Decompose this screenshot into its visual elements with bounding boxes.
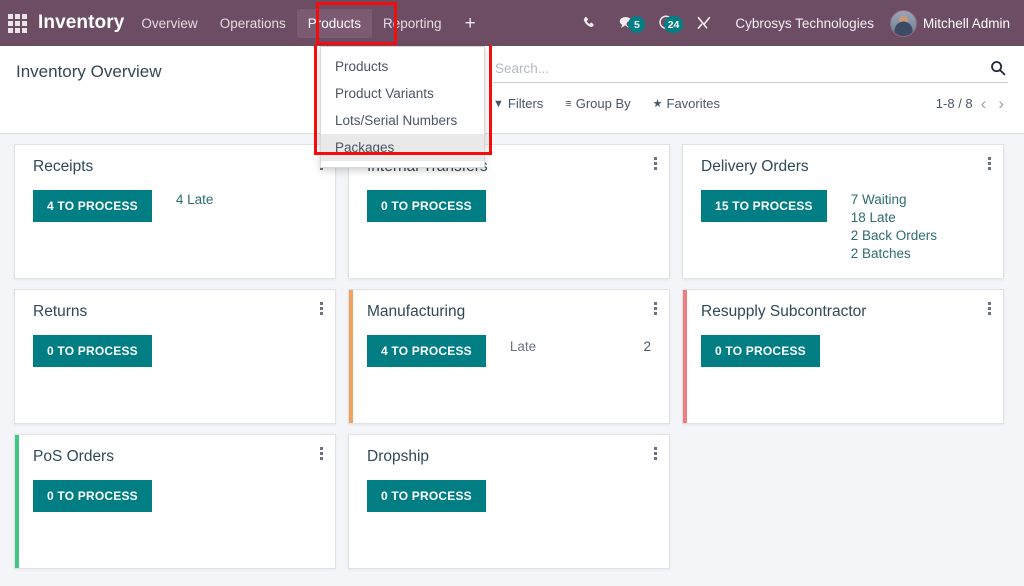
products-dropdown-menu: Products Product Variants Lots/Serial Nu… <box>320 46 485 168</box>
debug-tools-icon[interactable] <box>685 15 723 31</box>
avatar <box>890 10 917 37</box>
pager: 1-8 / 8 ‹ › <box>936 95 1008 112</box>
card-links: 4 Late <box>176 190 214 207</box>
card-options-icon[interactable] <box>988 302 991 315</box>
card-title[interactable]: Receipts <box>33 158 321 176</box>
favorites-label: Favorites <box>667 96 720 111</box>
dropdown-item-product-variants[interactable]: Product Variants <box>321 80 484 107</box>
to-process-button[interactable]: 4 TO PROCESS <box>33 190 152 222</box>
top-navbar: Inventory Overview Operations Products R… <box>0 0 1024 46</box>
card-title[interactable]: Manufacturing <box>367 303 655 321</box>
filters-button[interactable]: ▼ Filters <box>493 96 543 111</box>
nav-menu-overview[interactable]: Overview <box>130 9 208 38</box>
card-body: 4 TO PROCESS 4 Late <box>33 190 321 222</box>
card-title[interactable]: Dropship <box>367 448 655 466</box>
card-title[interactable]: Delivery Orders <box>701 158 989 176</box>
pager-previous-icon[interactable]: ‹ <box>977 95 991 112</box>
card-accent-bar <box>15 435 19 568</box>
control-panel: Inventory Overview ▼ Filters ≡ Group By … <box>0 46 1024 134</box>
filters-label: Filters <box>508 96 543 111</box>
card-link[interactable]: 2 Back Orders <box>851 228 937 243</box>
card-options-icon[interactable] <box>654 157 657 170</box>
card-options-icon[interactable] <box>654 302 657 315</box>
kanban-card-manufacturing: Manufacturing 4 TO PROCESS Late 2 <box>348 289 670 424</box>
kanban-board: Receipts4 TO PROCESS4 LateInternal Trans… <box>0 134 1024 579</box>
group-by-button[interactable]: ≡ Group By <box>565 96 630 111</box>
to-process-button[interactable]: 0 TO PROCESS <box>33 335 152 367</box>
nav-menu-reporting[interactable]: Reporting <box>372 9 453 38</box>
dropdown-item-products[interactable]: Products <box>321 53 484 80</box>
card-title[interactable]: Returns <box>33 303 321 321</box>
to-process-button[interactable]: 0 TO PROCESS <box>367 480 486 512</box>
card-title[interactable]: Resupply Subcontractor <box>701 303 989 321</box>
kanban-card-dropship: Dropship 0 TO PROCESS <box>348 434 670 569</box>
messages-badge: 5 <box>628 16 645 33</box>
kanban-card-receipts: Receipts 4 TO PROCESS 4 Late <box>14 144 336 279</box>
messages-icon[interactable]: 5 <box>608 15 647 31</box>
dropdown-item-packages[interactable]: Packages <box>321 134 484 161</box>
card-link[interactable]: 2 Batches <box>851 246 937 261</box>
card-body: 0 TO PROCESS <box>367 480 655 512</box>
page-title: Inventory Overview <box>16 60 162 82</box>
to-process-button[interactable]: 0 TO PROCESS <box>367 190 486 222</box>
card-options-icon[interactable] <box>988 157 991 170</box>
card-accent-bar <box>349 290 353 423</box>
to-process-button[interactable]: 4 TO PROCESS <box>367 335 486 367</box>
card-link[interactable]: 18 Late <box>851 210 937 225</box>
group-by-icon: ≡ <box>565 98 571 110</box>
card-stat-label[interactable]: Late <box>510 339 536 354</box>
card-body: 4 TO PROCESS Late 2 <box>367 335 655 367</box>
control-panel-right: ▼ Filters ≡ Group By ★ Favorites 1-8 / 8… <box>493 60 1008 112</box>
card-body: 15 TO PROCESS 7 Waiting 18 Late 2 Back Orde… <box>701 190 989 261</box>
card-body: 0 TO PROCESS <box>33 480 321 512</box>
kanban-card-returns: Returns 0 TO PROCESS <box>14 289 336 424</box>
card-body: 0 TO PROCESS <box>701 335 989 367</box>
company-name[interactable]: Cybrosys Technologies <box>723 16 886 31</box>
pager-count: 1-8 / 8 <box>936 96 973 111</box>
card-links: 7 Waiting 18 Late 2 Back Orders 2 Batches <box>851 190 937 261</box>
to-process-button[interactable]: 15 TO PROCESS <box>701 190 827 222</box>
kanban-card-pos-orders: PoS Orders 0 TO PROCESS <box>14 434 336 569</box>
apps-grid-glyph <box>8 14 27 33</box>
phone-icon[interactable] <box>571 16 608 31</box>
new-record-plus-icon[interactable]: + <box>453 14 488 33</box>
card-accent-bar <box>683 290 687 423</box>
group-by-label: Group By <box>576 96 631 111</box>
card-options-icon[interactable] <box>320 302 323 315</box>
dropdown-item-lots-serial-numbers[interactable]: Lots/Serial Numbers <box>321 107 484 134</box>
card-body: 0 TO PROCESS <box>367 190 655 222</box>
favorites-button[interactable]: ★ Favorites <box>653 96 720 111</box>
card-stat-value: 2 <box>643 339 655 354</box>
activities-badge: 24 <box>664 16 684 33</box>
kanban-card-delivery-orders: Delivery Orders 15 TO PROCESS 7 Waiting 18 … <box>682 144 1004 279</box>
search-input[interactable] <box>495 61 990 76</box>
nav-menu-products[interactable]: Products <box>297 9 372 38</box>
card-body: 0 TO PROCESS <box>33 335 321 367</box>
card-link[interactable]: 4 Late <box>176 192 214 207</box>
to-process-button[interactable]: 0 TO PROCESS <box>33 480 152 512</box>
card-options-icon[interactable] <box>320 447 323 460</box>
search-bar <box>493 60 1008 83</box>
to-process-button[interactable]: 0 TO PROCESS <box>701 335 820 367</box>
user-menu[interactable]: Mitchell Admin <box>886 10 1016 37</box>
app-brand-inventory[interactable]: Inventory <box>34 12 130 34</box>
control-panel-actions: ▼ Filters ≡ Group By ★ Favorites 1-8 / 8… <box>493 95 1008 112</box>
user-name: Mitchell Admin <box>923 16 1010 31</box>
star-icon: ★ <box>653 97 663 110</box>
search-icon[interactable] <box>990 60 1006 76</box>
kanban-card-resupply-subcontractor: Resupply Subcontractor 0 TO PROCESS <box>682 289 1004 424</box>
pager-next-icon[interactable]: › <box>994 95 1008 112</box>
apps-grid-icon[interactable] <box>0 0 34 46</box>
card-link[interactable]: 7 Waiting <box>851 192 937 207</box>
card-options-icon[interactable] <box>654 447 657 460</box>
activities-icon[interactable]: 24 <box>647 15 685 31</box>
filter-icon: ▼ <box>493 98 504 110</box>
card-title[interactable]: PoS Orders <box>33 448 321 466</box>
nav-menu-operations[interactable]: Operations <box>209 9 297 38</box>
card-stat-row: Late 2 <box>510 335 655 354</box>
